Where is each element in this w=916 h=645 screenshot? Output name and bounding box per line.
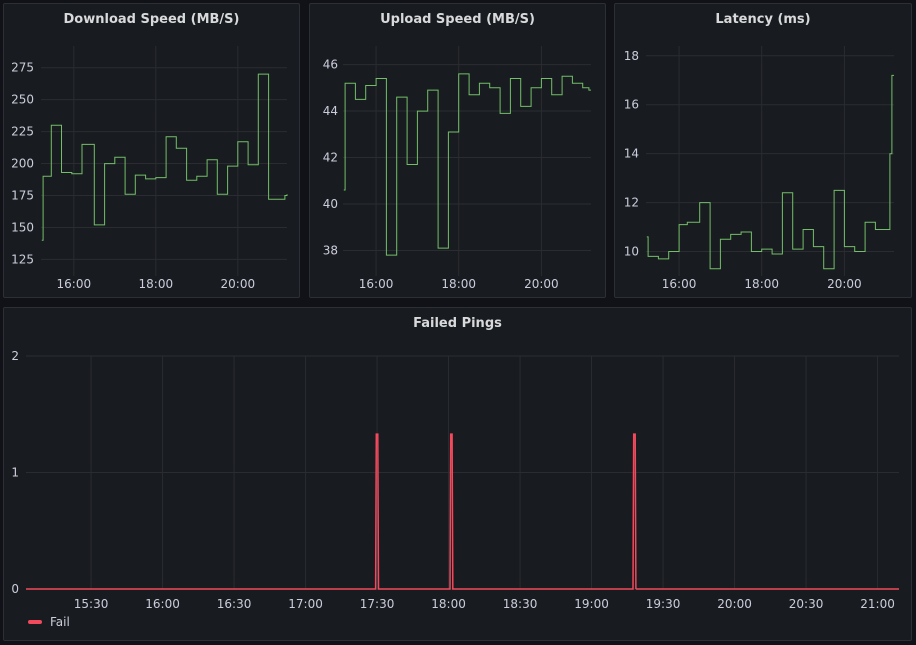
x-tick-label: 18:00: [431, 597, 466, 611]
x-tick-label: 20:00: [827, 277, 862, 291]
y-tick-label: 1: [11, 466, 19, 480]
series-line: [343, 73, 591, 256]
x-tick-label: 16:00: [145, 597, 180, 611]
latency-panel[interactable]: Latency (ms) 10 12 14 16 18 16:00 18:00 20:00: [614, 3, 912, 298]
x-tick-label: 20:00: [221, 277, 256, 291]
download-speed-chart: 125 150 175 200 225 250 275 16:00 18:00 20:00: [11, 46, 288, 291]
legend-label: Fail: [50, 615, 70, 629]
y-tick-label: 12: [624, 196, 639, 210]
y-tick-label: 44: [323, 104, 338, 118]
y-tick-label: 18: [624, 49, 639, 63]
x-tick-label: 20:30: [789, 597, 824, 611]
x-tick-label: 18:00: [744, 277, 779, 291]
upload-speed-chart: 38 40 42 44 46 16:00 18:00 20:00: [323, 46, 591, 291]
x-tick-label: 18:00: [441, 277, 476, 291]
y-tick-label: 14: [624, 147, 639, 161]
y-tick-label: 16: [624, 98, 639, 112]
x-tick-label: 15:30: [74, 597, 109, 611]
y-tick-label: 42: [323, 151, 338, 165]
y-tick-label: 175: [11, 189, 34, 203]
upload-speed-panel[interactable]: Upload Speed (MB/S) 38 40 42 44 46 16:00 18:00…: [309, 3, 606, 298]
y-tick-label: 0: [11, 582, 19, 596]
x-tick-label: 16:00: [662, 277, 697, 291]
x-tick-label: 20:00: [717, 597, 752, 611]
y-tick-label: 125: [11, 252, 34, 266]
series-line: [26, 433, 637, 590]
y-tick-label: 10: [624, 245, 639, 259]
x-tick-label: 17:00: [288, 597, 323, 611]
y-tick-label: 40: [323, 197, 338, 211]
y-tick-label: 2: [11, 349, 19, 363]
legend-swatch: [28, 620, 42, 624]
x-tick-label: 17:30: [360, 597, 395, 611]
y-tick-label: 225: [11, 125, 34, 139]
x-tick-label: 21:00: [860, 597, 895, 611]
x-tick-label: 16:30: [217, 597, 252, 611]
failed-pings-panel[interactable]: Failed Pings 0 1 2 15:30 16:00 16:30 17:00 17:3…: [3, 307, 912, 641]
y-tick-label: 38: [323, 243, 338, 257]
y-tick-label: 250: [11, 93, 34, 107]
x-tick-label: 18:00: [139, 277, 174, 291]
x-tick-label: 19:30: [646, 597, 681, 611]
series-line: [41, 73, 288, 241]
y-tick-label: 275: [11, 61, 34, 75]
x-tick-label: 18:30: [503, 597, 538, 611]
y-tick-label: 150: [11, 220, 34, 234]
legend-item-fail[interactable]: Fail: [28, 615, 70, 629]
x-tick-label: 20:00: [524, 277, 559, 291]
y-tick-label: 46: [323, 58, 338, 72]
y-tick-label: 200: [11, 157, 34, 171]
x-tick-label: 19:00: [574, 597, 609, 611]
x-tick-label: 16:00: [359, 277, 394, 291]
failed-pings-chart: 0 1 2 15:30 16:00 16:30 17:00 17:30 18:00 18:30 19…: [11, 349, 899, 611]
download-speed-panel[interactable]: Download Speed (MB/S) 125 150 175 200 225 250…: [3, 3, 300, 298]
latency-chart: 10 12 14 16 18 16:00 18:00 20:00: [624, 46, 894, 291]
x-tick-label: 16:00: [57, 277, 92, 291]
